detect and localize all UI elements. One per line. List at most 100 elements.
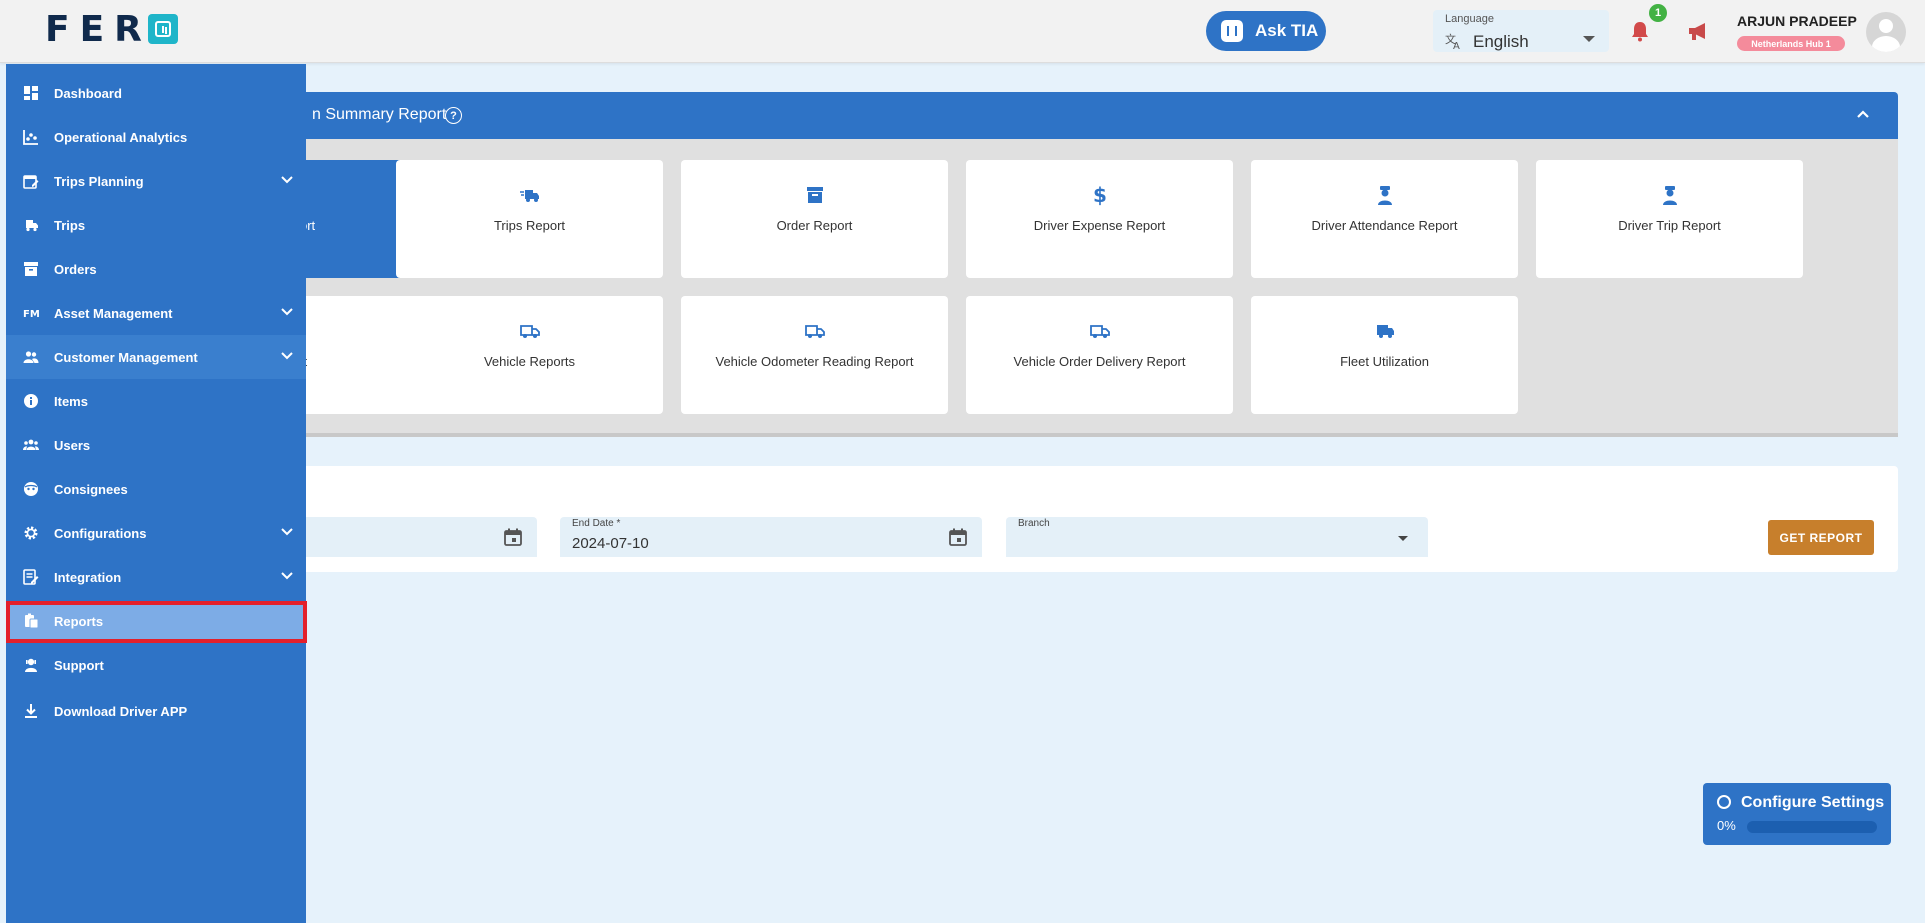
sidebar-item-label: Reports bbox=[54, 614, 104, 629]
get-report-button[interactable]: GET REPORT bbox=[1768, 520, 1874, 555]
report-card-fleet-utilization[interactable]: Fleet Utilization bbox=[1251, 296, 1518, 414]
chevron-down-icon[interactable] bbox=[280, 571, 294, 581]
ask-tia-button[interactable]: Ask TIA bbox=[1206, 11, 1326, 51]
dashboard-icon bbox=[24, 86, 38, 100]
ask-tia-label: Ask TIA bbox=[1255, 21, 1319, 40]
reports-icon bbox=[25, 613, 39, 629]
report-card-label: Driver Trip Report bbox=[1618, 218, 1721, 233]
language-select[interactable]: Language 文A English bbox=[1433, 10, 1609, 52]
configure-settings-title: Configure Settings bbox=[1741, 794, 1885, 811]
sidebar-item-label: Download Driver APP bbox=[54, 704, 188, 719]
fero-logo[interactable]: FER bbox=[45, 9, 178, 50]
branch-select[interactable]: Branch bbox=[1006, 517, 1428, 557]
calendar-icon[interactable] bbox=[503, 527, 523, 547]
sidebar-item-configurations[interactable]: Configurations bbox=[6, 511, 306, 555]
chevron-down-icon[interactable] bbox=[280, 175, 294, 185]
configure-progress-label: 0% bbox=[1717, 818, 1736, 833]
sidebar-item-operational-analytics[interactable]: Operational Analytics bbox=[6, 115, 306, 159]
local-shipping-icon bbox=[1376, 325, 1394, 338]
chevron-down-icon[interactable] bbox=[280, 351, 294, 361]
download-icon bbox=[25, 704, 37, 718]
logo-mark-icon bbox=[147, 14, 178, 44]
report-card-vehicle-order-delivery[interactable]: Vehicle Order Delivery Report bbox=[966, 296, 1233, 414]
sidebar-item-trips[interactable]: Trips bbox=[6, 203, 306, 247]
report-card-driver-trip[interactable]: Driver Trip Report bbox=[1536, 160, 1803, 278]
svg-text:$: $ bbox=[1093, 184, 1107, 206]
report-panel-title: n Summary Report bbox=[312, 106, 447, 123]
end-date-value: 2024-07-10 bbox=[572, 535, 649, 552]
support-agent-icon bbox=[25, 658, 37, 672]
group-icon bbox=[23, 439, 39, 450]
avatar[interactable] bbox=[1866, 12, 1906, 52]
start-date-field[interactable] bbox=[270, 517, 537, 557]
tia-icon bbox=[1221, 20, 1243, 42]
end-date-label: End Date * bbox=[572, 518, 621, 529]
report-card-order[interactable]: Order Report bbox=[681, 160, 948, 278]
chevron-down-icon[interactable] bbox=[280, 527, 294, 537]
report-card-label: Vehicle Reports bbox=[483, 354, 576, 369]
sidebar-item-integration[interactable]: Integration bbox=[6, 555, 306, 599]
language-value: English bbox=[1473, 32, 1529, 51]
sidebar-item-asset-management[interactable]: FM Asset Management bbox=[6, 291, 306, 335]
sidebar-item-label: Items bbox=[54, 394, 88, 409]
report-card-label: Driver Expense Report bbox=[1033, 218, 1166, 233]
configure-progress-bar bbox=[1747, 821, 1877, 833]
fm-icon: FM bbox=[23, 309, 39, 320]
end-date-field[interactable]: End Date * 2024-07-10 bbox=[560, 517, 982, 557]
sidebar-item-label: Dashboard bbox=[54, 86, 122, 101]
sidebar-item-label: Operational Analytics bbox=[54, 130, 188, 145]
sidebar-item-orders[interactable]: Orders bbox=[6, 247, 306, 291]
face-icon bbox=[24, 482, 38, 496]
report-card-driver-expense[interactable]: $ Driver Expense Report bbox=[966, 160, 1233, 278]
report-card-driver-attendance[interactable]: Driver Attendance Report bbox=[1251, 160, 1518, 278]
sidebar-item-consignees[interactable]: Consignees bbox=[6, 467, 306, 511]
branch-label: Branch bbox=[1018, 518, 1050, 529]
sidebar-item-label: Trips Planning bbox=[54, 174, 144, 189]
svg-text:FM: FM bbox=[23, 309, 39, 320]
sidebar-item-dashboard[interactable]: Dashboard bbox=[6, 71, 306, 115]
report-card-label: Driver Attendance Report bbox=[1311, 218, 1458, 233]
analytics-icon bbox=[23, 130, 38, 145]
sidebar-item-support[interactable]: Support bbox=[6, 643, 306, 687]
edit-calendar-icon bbox=[23, 175, 39, 189]
sidebar-item-customer-management[interactable]: Customer Management bbox=[6, 335, 306, 379]
sidebar-item-items[interactable]: Items bbox=[6, 379, 306, 423]
sidebar-item-trips-planning[interactable]: Trips Planning bbox=[6, 159, 306, 203]
bell-icon[interactable] bbox=[1630, 20, 1650, 42]
user-hub-badge: Netherlands Hub 1 bbox=[1737, 36, 1845, 51]
sidebar-item-users[interactable]: Users bbox=[6, 423, 306, 467]
sidebar-item-label: Integration bbox=[54, 570, 122, 585]
configure-settings-widget[interactable]: Configure Settings 0% bbox=[1703, 783, 1891, 845]
report-card-trips[interactable]: Trips Report bbox=[396, 160, 663, 278]
report-card-label: Vehicle Order Delivery Report bbox=[1013, 354, 1186, 369]
report-card-vehicle[interactable]: Vehicle Reports bbox=[396, 296, 663, 414]
truck-fast-icon bbox=[26, 220, 38, 232]
report-card-vehicle-odometer[interactable]: Vehicle Odometer Reading Report bbox=[681, 296, 948, 414]
report-cards-area: ort Trips Report Order Report $ Driver E… bbox=[270, 139, 1898, 437]
report-panel-header[interactable]: n Summary Report ? bbox=[270, 92, 1898, 139]
report-card-label: Trips Report bbox=[493, 218, 566, 233]
chevron-down-icon[interactable] bbox=[280, 307, 294, 317]
sidebar-item-label: Trips bbox=[54, 218, 86, 233]
sidebar-item-label: Orders bbox=[54, 262, 97, 277]
sidebar-item-label: Consignees bbox=[54, 482, 128, 497]
people-icon bbox=[23, 351, 39, 363]
info-icon bbox=[24, 394, 38, 408]
megaphone-icon[interactable] bbox=[1686, 20, 1710, 42]
caret-down-icon bbox=[1583, 36, 1595, 42]
sidebar-item-reports[interactable]: Reports bbox=[6, 599, 306, 643]
gear-icon bbox=[24, 526, 38, 540]
truck-icon bbox=[519, 325, 540, 338]
notification-badge: 1 bbox=[1649, 4, 1667, 22]
help-icon[interactable]: ? bbox=[445, 107, 462, 124]
circle-outline-icon bbox=[1717, 795, 1731, 809]
sidebar-item-download-driver-app[interactable]: Download Driver APP bbox=[6, 689, 306, 733]
user-name[interactable]: ARJUN PRADEEP bbox=[1737, 13, 1857, 29]
chevron-up-icon[interactable] bbox=[1856, 109, 1870, 119]
language-label: Language bbox=[1445, 13, 1494, 25]
truck-icon bbox=[804, 325, 825, 338]
driver-icon bbox=[1662, 186, 1677, 205]
logo-text: FER bbox=[45, 8, 152, 50]
calendar-icon[interactable] bbox=[948, 527, 968, 547]
top-header: FER Ask TIA Language 文A English 1 ARJUN … bbox=[0, 0, 1925, 63]
